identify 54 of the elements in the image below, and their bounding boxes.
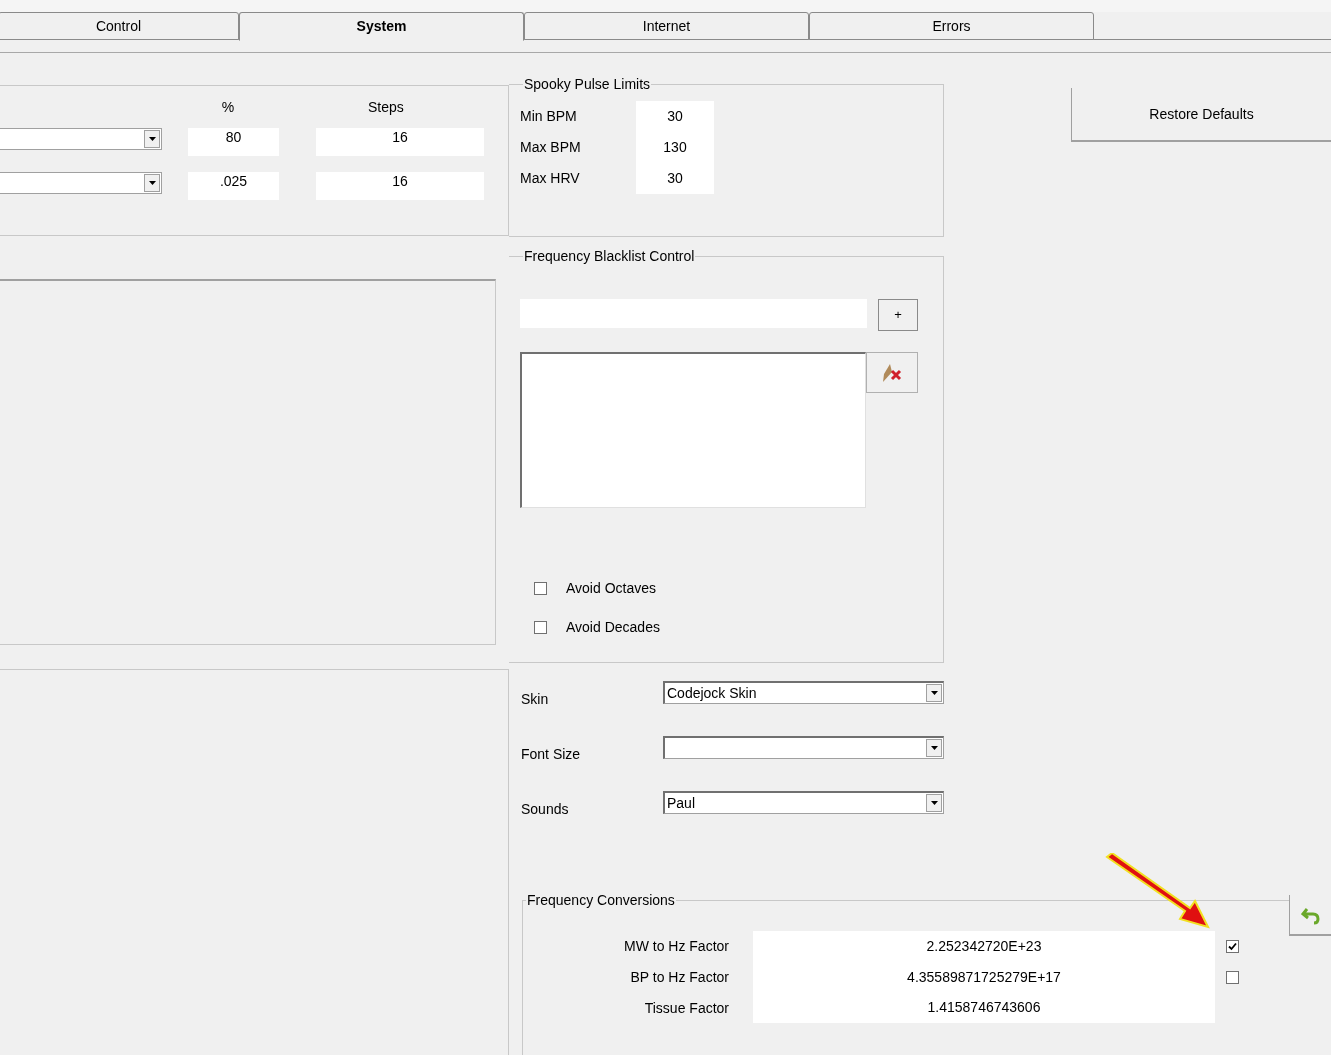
caret-icon bbox=[148, 137, 156, 141]
caret-icon bbox=[930, 801, 938, 805]
input-field[interactable]: 130 bbox=[636, 132, 714, 163]
dropdown[interactable]: Paul bbox=[663, 791, 944, 814]
field-label: BP to Hz Factor bbox=[630, 968, 729, 987]
tab[interactable]: System bbox=[239, 12, 524, 41]
checkbox[interactable] bbox=[1226, 971, 1239, 984]
value-field[interactable]: 1.4158746743606 bbox=[753, 992, 1215, 1023]
input-field[interactable]: 30 bbox=[636, 101, 714, 132]
input-field[interactable]: .025 bbox=[188, 172, 279, 200]
value-field[interactable]: 4.35589871725279E+17 bbox=[753, 961, 1215, 993]
dropdown-arrow-button[interactable] bbox=[926, 794, 942, 812]
field-label: Sounds bbox=[521, 800, 570, 819]
caret-icon bbox=[930, 746, 938, 750]
dropdown[interactable] bbox=[663, 736, 944, 759]
field-label: Min BPM bbox=[520, 107, 578, 126]
undo-button[interactable] bbox=[1289, 895, 1331, 936]
group-title: Spooky Pulse Limits bbox=[523, 77, 652, 91]
input-field[interactable]: 80 bbox=[188, 128, 279, 156]
tab[interactable]: Control bbox=[0, 12, 239, 40]
dropdown-arrow-button[interactable] bbox=[926, 684, 942, 702]
dropdown-arrow-button[interactable] bbox=[926, 739, 942, 757]
dropdown-value: Paul bbox=[666, 793, 696, 813]
value-field[interactable]: 2.252342720E+23 bbox=[753, 931, 1215, 962]
field-label: Tissue Factor bbox=[644, 999, 729, 1018]
group-title: Frequency Blacklist Control bbox=[523, 249, 696, 263]
checkmark-icon bbox=[1228, 942, 1237, 951]
dropdown-arrow-button[interactable] bbox=[144, 174, 160, 192]
input-field[interactable]: 16 bbox=[316, 128, 484, 156]
checkbox[interactable] bbox=[534, 621, 547, 634]
field-label: MW to Hz Factor bbox=[624, 937, 729, 956]
caret-icon bbox=[930, 691, 938, 695]
input-field[interactable]: 30 bbox=[636, 163, 714, 194]
tab[interactable]: Internet bbox=[524, 12, 809, 40]
caret-icon bbox=[148, 181, 156, 185]
checkbox-label: Avoid Decades bbox=[566, 618, 660, 637]
column-header: % bbox=[220, 97, 236, 117]
field-label: Skin bbox=[521, 690, 550, 709]
dropdown-value: Codejock Skin bbox=[666, 683, 757, 703]
field-label: Font Size bbox=[521, 745, 582, 764]
tab[interactable]: Errors bbox=[809, 12, 1094, 40]
add-button[interactable]: + bbox=[878, 299, 918, 331]
checkbox[interactable] bbox=[534, 582, 547, 595]
field-label: Max BPM bbox=[520, 138, 582, 157]
dropdown[interactable]: Codejock Skin bbox=[663, 681, 944, 704]
group-title: Frequency Conversions bbox=[526, 893, 676, 907]
restore-defaults-button[interactable]: Restore Defaults bbox=[1071, 88, 1331, 142]
checkbox[interactable] bbox=[1226, 940, 1239, 953]
field-label: Max HRV bbox=[520, 169, 581, 188]
column-header: Steps bbox=[368, 97, 404, 117]
dropdown-arrow-button[interactable] bbox=[144, 130, 160, 148]
clear-button[interactable] bbox=[866, 352, 918, 393]
checkbox-label: Avoid Octaves bbox=[566, 579, 656, 598]
input-field[interactable]: 16 bbox=[316, 172, 484, 200]
